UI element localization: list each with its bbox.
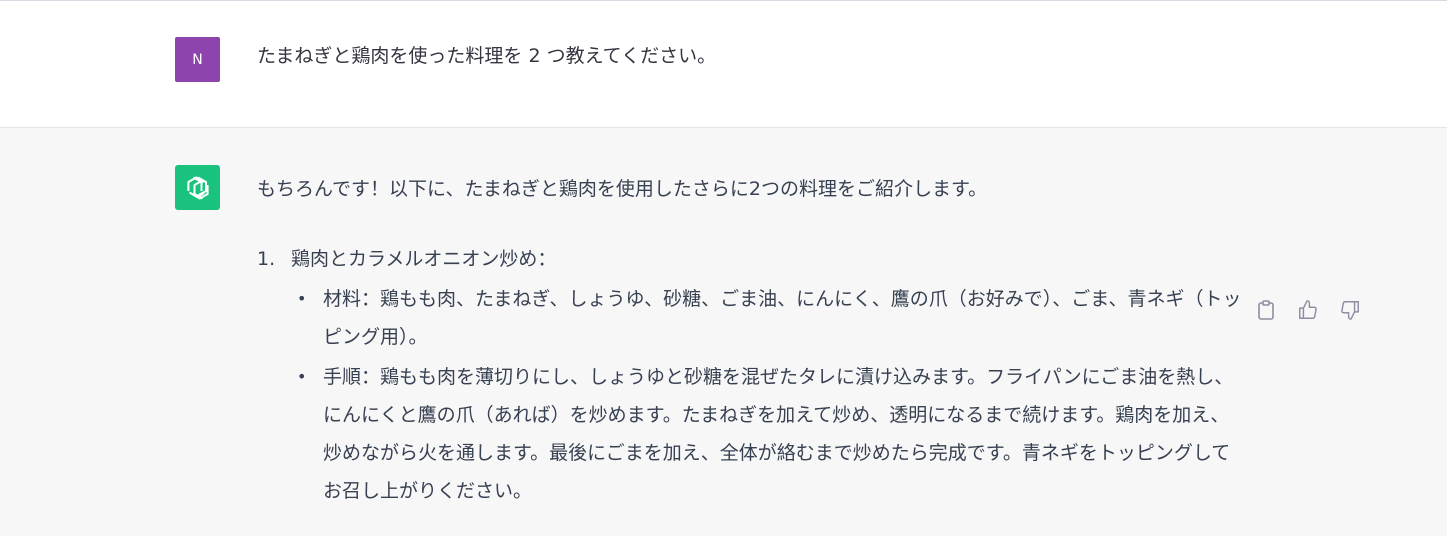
- list-item: 1. 鶏肉とカラメルオニオン炒め：: [257, 240, 1247, 278]
- list-item-number: 1.: [257, 248, 276, 270]
- openai-logo-icon: [186, 176, 209, 199]
- assistant-intro-text: もちろんです！以下に、たまねぎと鶏肉を使用したさらに2つの料理をご紹介します。: [257, 178, 988, 200]
- thumbs-down-button[interactable]: [1338, 298, 1362, 322]
- bullet-steps: 手順：鶏もも肉を薄切りにし、しょうゆと砂糖を混ぜたタレに漬け込みます。フライパン…: [257, 358, 1247, 510]
- user-message-row: N たまねぎと鶏肉を使った料理を 2 つ教えてください。: [0, 1, 1447, 128]
- assistant-message-content: もちろんです！以下に、たまねぎと鶏肉を使用したさらに2つの料理をご紹介します。 …: [257, 170, 1247, 510]
- bullet-list: 材料：鶏もも肉、たまねぎ、しょうゆ、砂糖、ごま油、にんにく、鷹の爪（お好みで）、…: [257, 280, 1247, 510]
- thumbs-up-button[interactable]: [1296, 298, 1320, 322]
- message-actions: [1254, 298, 1362, 322]
- list-item-title: 鶏肉とカラメルオニオン炒め：: [291, 248, 557, 270]
- thumbs-up-icon: [1299, 300, 1317, 319]
- bullet-ingredients: 材料：鶏もも肉、たまねぎ、しょうゆ、砂糖、ごま油、にんにく、鷹の爪（お好みで）、…: [257, 280, 1247, 356]
- user-message-text: たまねぎと鶏肉を使った料理を 2 つ教えてください。: [257, 45, 717, 67]
- thumbs-down-icon: [1341, 301, 1359, 320]
- assistant-avatar: [175, 165, 220, 210]
- recipe-list: 1. 鶏肉とカラメルオニオン炒め： 材料：鶏もも肉、たまねぎ、しょうゆ、砂糖、ご…: [257, 240, 1247, 510]
- copy-button[interactable]: [1254, 298, 1278, 322]
- assistant-message-row: もちろんです！以下に、たまねぎと鶏肉を使用したさらに2つの料理をご紹介します。 …: [0, 128, 1447, 536]
- clipboard-icon: [1258, 300, 1274, 320]
- user-avatar: N: [175, 37, 220, 82]
